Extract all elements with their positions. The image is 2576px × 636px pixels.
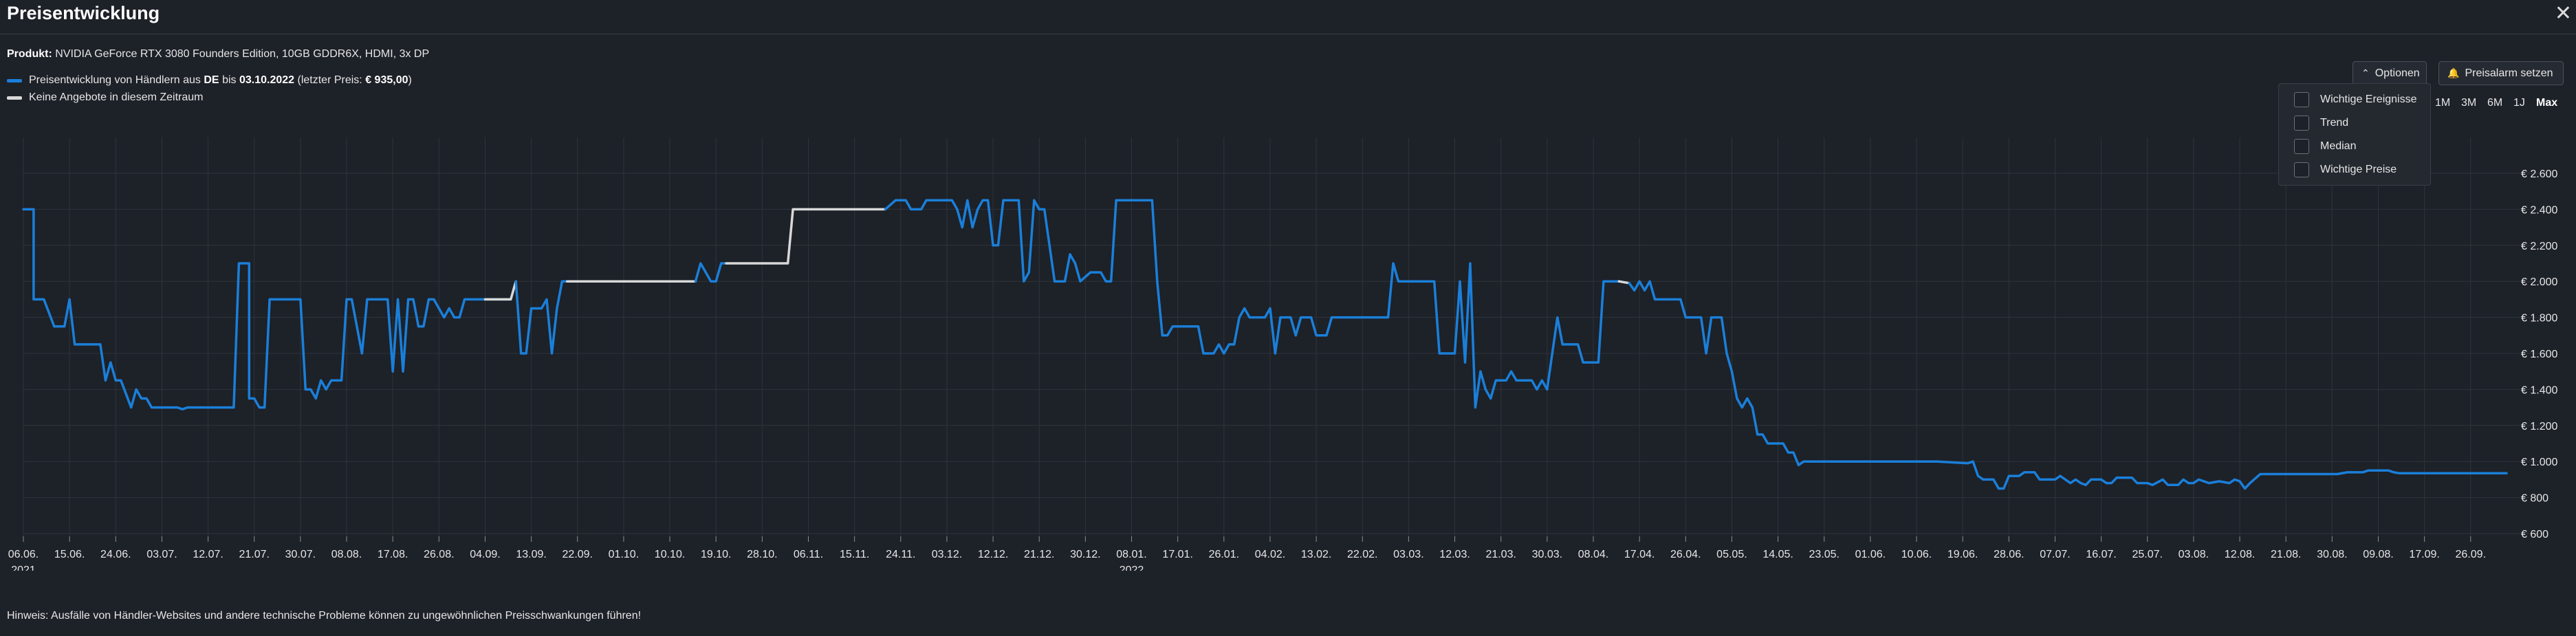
x-tick-label: 07.07. bbox=[2040, 549, 2070, 560]
no-offers-line bbox=[483, 280, 517, 301]
x-tick-label: 22.02. bbox=[1347, 549, 1377, 560]
x-tick-label: 28.10. bbox=[747, 549, 777, 560]
x-tick-label: 04.02. bbox=[1255, 549, 1285, 560]
option-label: Trend bbox=[2320, 117, 2349, 129]
no-offers-line bbox=[725, 208, 887, 265]
x-tick-label: 12.12. bbox=[978, 549, 1008, 560]
x-tick-label: 06.06. bbox=[8, 549, 39, 560]
x-tick-label: 01.10. bbox=[609, 549, 639, 560]
x-tick-label: 28.06. bbox=[1994, 549, 2024, 560]
x-tick-label: 15.11. bbox=[840, 549, 869, 560]
y-tick-label: € 800 bbox=[2521, 493, 2548, 505]
option-important-prices[interactable]: Wichtige Preise bbox=[2294, 162, 2397, 177]
y-tick-label: € 2.000 bbox=[2521, 276, 2557, 288]
x-tick-label: 12.08. bbox=[2225, 549, 2255, 560]
y-tick-label: € 1.800 bbox=[2521, 313, 2557, 325]
x-tick-label: 25.07. bbox=[2132, 549, 2163, 560]
y-tick-label: € 2.200 bbox=[2521, 241, 2557, 252]
x-tick-label: 30.12. bbox=[1070, 549, 1100, 560]
x-tick-label: 01.06. bbox=[1855, 549, 1886, 560]
option-median[interactable]: Median bbox=[2294, 139, 2356, 154]
x-tick-label: 10.06. bbox=[1901, 549, 1932, 560]
x-tick-label: 03.07. bbox=[146, 549, 177, 560]
footer-note: Hinweis: Ausfälle von Händler-Websites u… bbox=[7, 610, 642, 622]
x-tick-label: 30.08. bbox=[2317, 549, 2347, 560]
x-tick-label: 03.08. bbox=[2179, 549, 2209, 560]
option-label: Wichtige Ereignisse bbox=[2320, 94, 2417, 105]
x-tick-label: 13.09. bbox=[516, 549, 546, 560]
x-tick-label: 21.08. bbox=[2271, 549, 2301, 560]
option-label: Wichtige Preise bbox=[2320, 164, 2397, 175]
checkbox[interactable] bbox=[2294, 92, 2309, 107]
x-tick-label: 10.10. bbox=[655, 549, 685, 560]
x-tick-label: 16.07. bbox=[2086, 549, 2116, 560]
x-tick-label: 26.09. bbox=[2456, 549, 2486, 560]
price-line bbox=[22, 208, 512, 410]
y-tick-label: € 2.600 bbox=[2521, 168, 2557, 180]
x-tick-label: 17.09. bbox=[2409, 549, 2439, 560]
y-tick-label: € 1.200 bbox=[2521, 421, 2557, 432]
x-tick-year-label: 2021 bbox=[11, 564, 36, 571]
x-tick-label: 26.08. bbox=[424, 549, 454, 560]
x-tick-label: 22.09. bbox=[563, 549, 593, 560]
y-tick-label: € 2.400 bbox=[2521, 204, 2557, 216]
x-tick-label: 14.05. bbox=[1762, 549, 1793, 560]
x-tick-label: 24.06. bbox=[100, 549, 131, 560]
price-line bbox=[1628, 280, 2508, 490]
x-tick-label: 03.03. bbox=[1393, 549, 1423, 560]
checkbox[interactable] bbox=[2294, 139, 2309, 154]
price-chart: € 600 € 800 € 1.000 € 1.200 € 1.400 € 1.600 € … bbox=[8, 138, 2557, 571]
x-tick-label: 05.05. bbox=[1716, 549, 1747, 560]
x-tick-label: 23.05. bbox=[1809, 549, 1839, 560]
x-tick-label: 06.11. bbox=[794, 549, 823, 560]
y-tick-label: € 1.600 bbox=[2521, 349, 2557, 360]
x-tick-label: 17.08. bbox=[378, 549, 408, 560]
x-tick-label: 13.02. bbox=[1301, 549, 1331, 560]
x-tick-label: 19.10. bbox=[701, 549, 731, 560]
x-tick-label: 15.06. bbox=[54, 549, 85, 560]
x-tick-label: 26.01. bbox=[1209, 549, 1239, 560]
option-important-events[interactable]: Wichtige Ereignisse bbox=[2294, 92, 2417, 107]
price-line bbox=[884, 199, 1621, 409]
x-tick-label: 21.12. bbox=[1024, 549, 1054, 560]
y-tick-label: € 1.400 bbox=[2521, 384, 2557, 396]
x-tick-label: 21.07. bbox=[239, 549, 269, 560]
x-tick-year-label: 2022 bbox=[1120, 564, 1144, 571]
x-tick-label: 12.03. bbox=[1439, 549, 1470, 560]
option-trend[interactable]: Trend bbox=[2294, 116, 2348, 131]
x-tick-label: 19.06. bbox=[1947, 549, 1978, 560]
option-label: Median bbox=[2320, 140, 2357, 152]
x-tick-label: 04.09. bbox=[470, 549, 500, 560]
x-tick-label: 08.08. bbox=[331, 549, 362, 560]
x-tick-label: 30.03. bbox=[1532, 549, 1562, 560]
x-tick-label: 24.11. bbox=[886, 549, 915, 560]
checkbox[interactable] bbox=[2294, 162, 2309, 177]
x-tick-label: 17.04. bbox=[1624, 549, 1655, 560]
checkbox[interactable] bbox=[2294, 116, 2309, 131]
options-dropdown: Wichtige Ereignisse Trend Median Wichtig… bbox=[2278, 83, 2431, 186]
x-tick-label: 08.01. bbox=[1116, 549, 1146, 560]
x-tick-label: 08.04. bbox=[1578, 549, 1608, 560]
x-tick-label: 26.04. bbox=[1670, 549, 1701, 560]
x-tick-label: 12.07. bbox=[193, 549, 223, 560]
x-tick-label: 21.03. bbox=[1485, 549, 1516, 560]
y-tick-label: € 600 bbox=[2521, 529, 2548, 540]
x-tick-label: 30.07. bbox=[285, 549, 316, 560]
x-tick-label: 17.01. bbox=[1162, 549, 1192, 560]
x-tick-label: 03.12. bbox=[932, 549, 962, 560]
x-tick-label: 09.08. bbox=[2363, 549, 2393, 560]
price-line bbox=[694, 262, 728, 283]
y-tick-label: € 1.000 bbox=[2521, 457, 2557, 468]
